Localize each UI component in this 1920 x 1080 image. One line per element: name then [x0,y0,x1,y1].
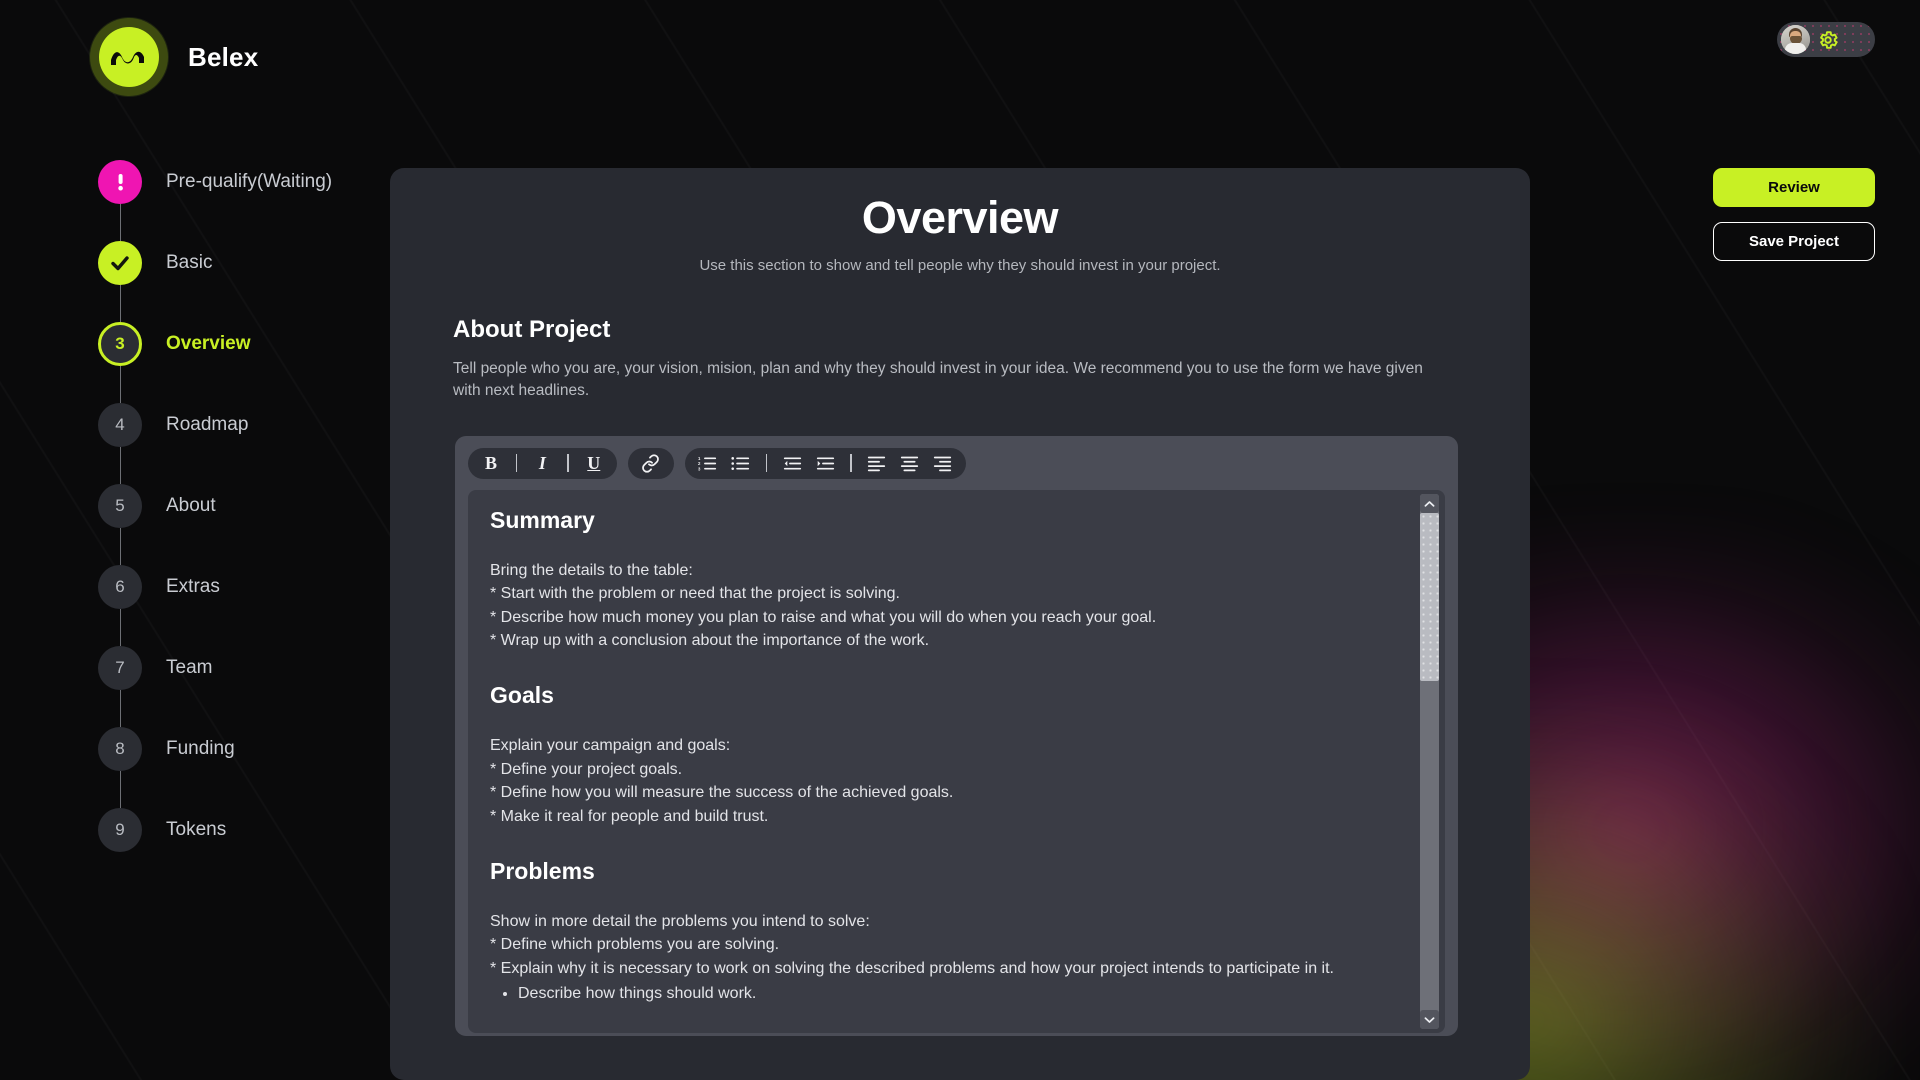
overview-panel: Overview Use this section to show and te… [390,168,1530,1080]
editor-content[interactable]: Summary Bring the details to the table: … [468,490,1445,1033]
step-marker-9[interactable]: 9 [98,808,142,852]
step-marker-3[interactable]: 3 [98,322,142,366]
step-marker-check-icon[interactable] [98,241,142,285]
toolbar-group-text-style: B I U [468,447,617,479]
sidebar-item-label[interactable]: Roadmap [166,403,248,447]
step-connector [119,690,122,727]
check-icon [111,256,129,271]
sidebar-item-extras[interactable]: 6 Extras [98,565,332,646]
page-title: Overview [861,192,1059,243]
step-connector [119,366,122,403]
svg-text:1: 1 [698,456,701,461]
editor-bullet-list: Describe how things should work. [518,982,1423,1005]
sidebar-item-funding[interactable]: 8 Funding [98,727,332,808]
editor-paragraph: Explain your campaign and goals: * Defin… [490,737,954,825]
ordered-list-icon[interactable]: 1 2 3 [696,451,720,475]
brand-name: Belex [188,41,259,72]
svg-text:3: 3 [698,466,701,471]
outdent-icon[interactable] [780,451,804,475]
align-left-icon[interactable] [865,451,889,475]
underline-button[interactable]: U [582,451,606,475]
sidebar-item-label[interactable]: Funding [166,727,235,771]
sidebar-item-pre-qualify[interactable]: Pre-qualify(Waiting) [98,160,332,241]
indent-icon[interactable] [813,451,837,475]
editor-paragraph: Bring the details to the table: * Start … [490,562,1157,650]
stepper-sidebar: Pre-qualify(Waiting) Basic 3 Overview 4 … [98,160,332,852]
scrollbar-thumb[interactable] [1420,513,1439,681]
step-marker-4[interactable]: 4 [98,403,142,447]
chevron-up-icon [1424,500,1435,507]
editor-block-summary: Summary Bring the details to the table: … [490,507,1423,652]
align-center-icon[interactable] [898,451,922,475]
step-connector [119,609,122,646]
section-description: Tell people who you are, your vision, mi… [453,360,1423,399]
align-right-icon[interactable] [931,451,955,475]
brand-logo-area[interactable]: Belex [90,18,258,96]
toolbar-divider [567,454,569,472]
step-connector [119,447,122,484]
sidebar-item-basic[interactable]: Basic [98,241,332,322]
list-item: Describe how things should work. [518,982,1423,1005]
sidebar-item-tokens[interactable]: 9 Tokens [98,808,332,852]
toolbar-divider [850,454,852,472]
sidebar-item-label[interactable]: Pre-qualify(Waiting) [166,160,332,204]
editor-scrollbar[interactable] [1420,494,1439,1029]
toolbar-group-lists-align: 1 2 3 [684,447,966,479]
step-connector [119,771,122,808]
editor-heading: Goals [490,682,554,709]
save-project-button[interactable]: Save Project [1713,222,1875,261]
bold-button[interactable]: B [479,451,503,475]
step-connector [119,204,122,241]
action-buttons: Review Save Project [1713,168,1875,261]
sidebar-item-label[interactable]: Tokens [166,808,226,852]
editor-block-problems: Problems Show in more detail the problem… [490,858,1423,1005]
sidebar-item-label[interactable]: Overview [166,322,251,366]
sidebar-item-label[interactable]: About [166,484,216,528]
editor-heading: Summary [490,507,595,533]
toolbar-divider [516,454,518,472]
sidebar-item-team[interactable]: 7 Team [98,646,332,727]
exclamation-icon [117,174,123,191]
bullet-list-icon[interactable] [729,451,753,475]
scroll-up-button[interactable] [1420,494,1439,513]
italic-button[interactable]: I [530,451,554,475]
step-connector [119,528,122,565]
avatar[interactable] [1781,25,1810,54]
gear-icon[interactable] [1816,28,1840,52]
editor-toolbar: B I U 1 2 3 [468,447,1445,479]
wave-glyph-icon [111,51,144,65]
section-title-about-project: About Project [453,316,611,343]
sidebar-item-roadmap[interactable]: 4 Roadmap [98,403,332,484]
sidebar-item-label[interactable]: Team [166,646,212,690]
sidebar-item-label[interactable]: Extras [166,565,220,609]
scroll-down-button[interactable] [1420,1010,1439,1029]
sidebar-item-overview[interactable]: 3 Overview [98,322,332,403]
chevron-down-icon [1424,1016,1435,1023]
step-marker-warning-icon[interactable] [98,160,142,204]
toolbar-group-link [627,447,674,479]
step-marker-8[interactable]: 8 [98,727,142,771]
editor-paragraph: Show in more detail the problems you int… [490,912,1334,977]
toolbar-divider [765,454,768,472]
svg-text:2: 2 [698,461,701,466]
account-pill[interactable] [1777,22,1875,57]
editor-heading: Problems [490,857,595,884]
rich-text-editor: B I U 1 2 3 Summary Bring the details to… [455,436,1458,1036]
editor-block-goals: Goals Explain your campaign and goals: *… [490,682,1423,827]
sidebar-item-about[interactable]: 5 About [98,484,332,565]
step-marker-7[interactable]: 7 [98,646,142,690]
belex-wave-logo-icon [90,18,168,96]
sidebar-item-label[interactable]: Basic [166,241,212,285]
step-connector [119,285,122,322]
page-subtitle: Use this section to show and tell people… [699,256,1221,274]
step-marker-5[interactable]: 5 [98,484,142,528]
link-icon[interactable] [639,451,663,475]
review-button[interactable]: Review [1713,168,1875,207]
step-marker-6[interactable]: 6 [98,565,142,609]
